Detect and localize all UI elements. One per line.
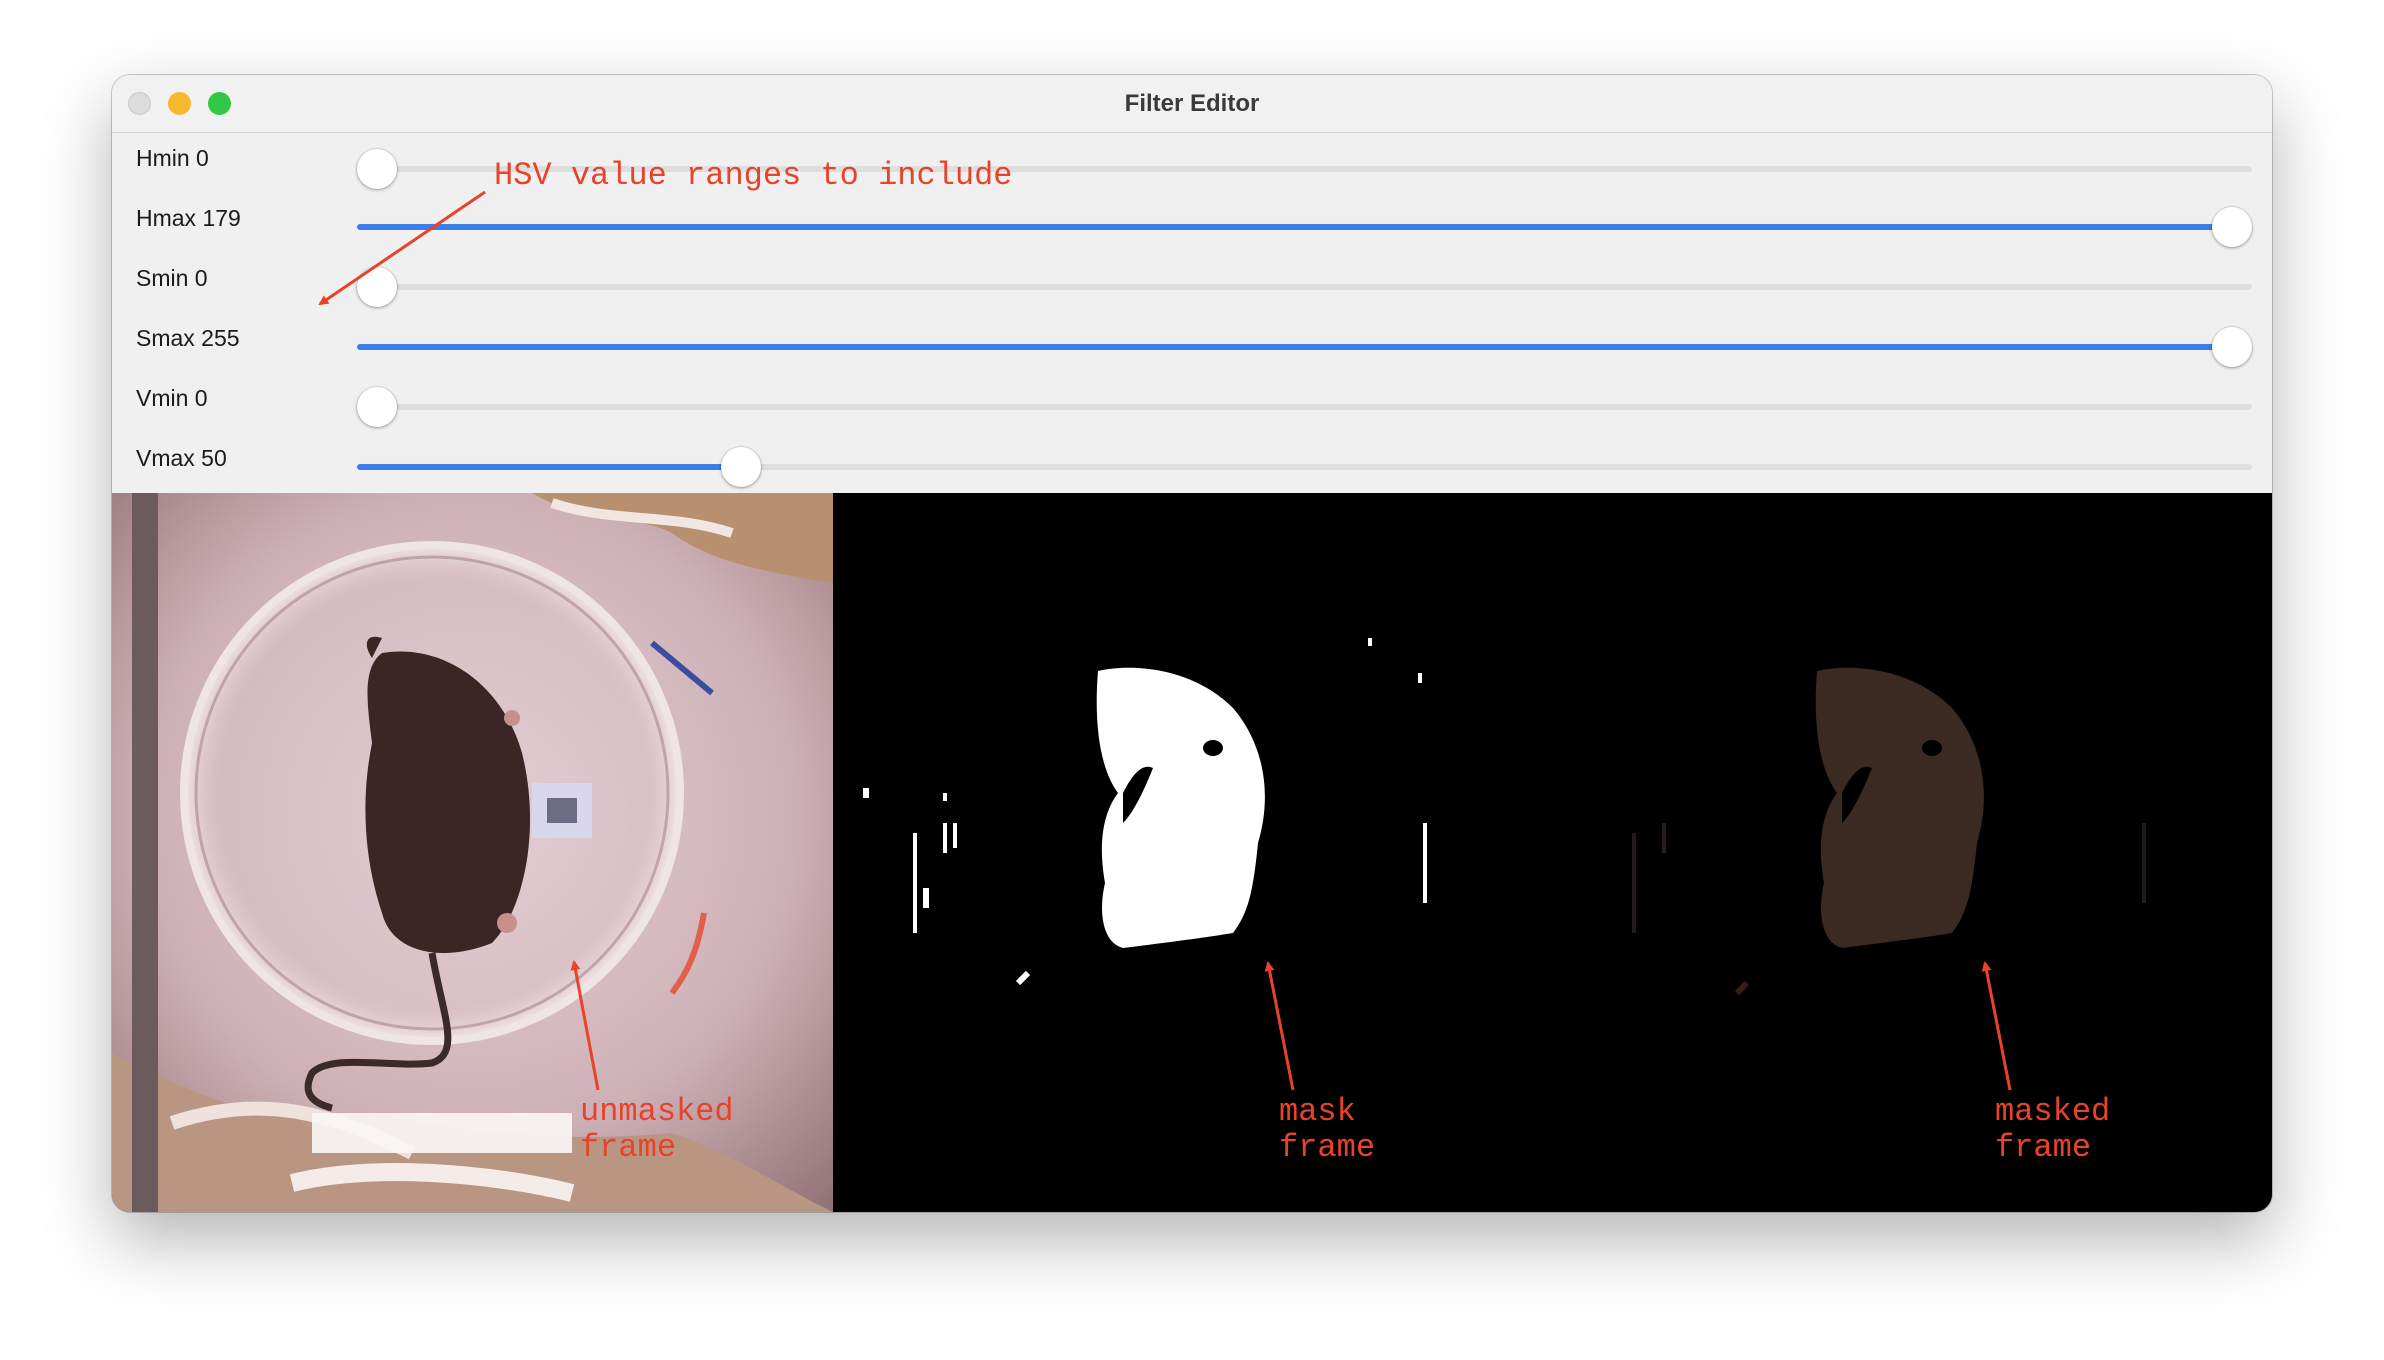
slider-fill-vmax: [357, 464, 741, 470]
mask-frame-image: [833, 493, 1552, 1212]
slider-track-hmax[interactable]: [357, 207, 2252, 247]
slider-row-smax: Smax 255: [112, 313, 2272, 373]
slider-label-vmax: Vmax 50: [136, 445, 227, 471]
masked-frame: [1552, 493, 2272, 1212]
slider-track-smax[interactable]: [357, 327, 2252, 367]
slider-knob-vmax[interactable]: [720, 447, 761, 487]
slider-knob-smin[interactable]: [357, 267, 397, 307]
mask-annotation: mask frame: [1279, 1093, 1376, 1166]
masked-annotation: masked frame: [1995, 1093, 2111, 1166]
slider-label-hmin: Hmin 0: [136, 145, 209, 171]
hsv-annotation: HSV value ranges to include: [494, 157, 1013, 194]
mask-frame: [833, 493, 1552, 1212]
slider-track-smin[interactable]: [357, 267, 2252, 307]
slider-knob-hmax[interactable]: [2212, 207, 2252, 247]
slider-fill-hmax: [357, 224, 2232, 230]
slider-track-vmax[interactable]: [357, 447, 2252, 487]
unmasked-annotation: unmasked frame: [580, 1093, 734, 1166]
slider-fill-smax: [357, 344, 2232, 350]
filter-editor-window: Filter Editor Hmin 0 Hmax 179 Smin 0 Sma…: [112, 75, 2272, 1212]
slider-label-vmin: Vmin 0: [136, 385, 208, 411]
masked-frame-image: [1552, 493, 2272, 1212]
slider-row-vmin: Vmin 0: [112, 373, 2272, 433]
slider-knob-hmin[interactable]: [357, 149, 397, 189]
slider-track-vmin[interactable]: [357, 387, 2252, 427]
window-title: Filter Editor: [1124, 90, 1260, 117]
slider-row-hmax: Hmax 179: [112, 193, 2272, 253]
frame-preview-area: [112, 493, 2272, 1212]
slider-label-smin: Smin 0: [136, 265, 208, 291]
slider-panel: Hmin 0 Hmax 179 Smin 0 Smax 255 Vmin 0 V…: [112, 133, 2272, 493]
slider-row-vmax: Vmax 50: [112, 433, 2272, 493]
slider-knob-vmin[interactable]: [357, 387, 397, 427]
slider-row-hmin: Hmin 0: [112, 133, 2272, 193]
title-bar: Filter Editor: [112, 75, 2272, 133]
slider-label-hmax: Hmax 179: [136, 205, 241, 231]
slider-row-smin: Smin 0: [112, 253, 2272, 313]
slider-knob-smax[interactable]: [2212, 327, 2252, 367]
slider-label-smax: Smax 255: [136, 325, 240, 351]
